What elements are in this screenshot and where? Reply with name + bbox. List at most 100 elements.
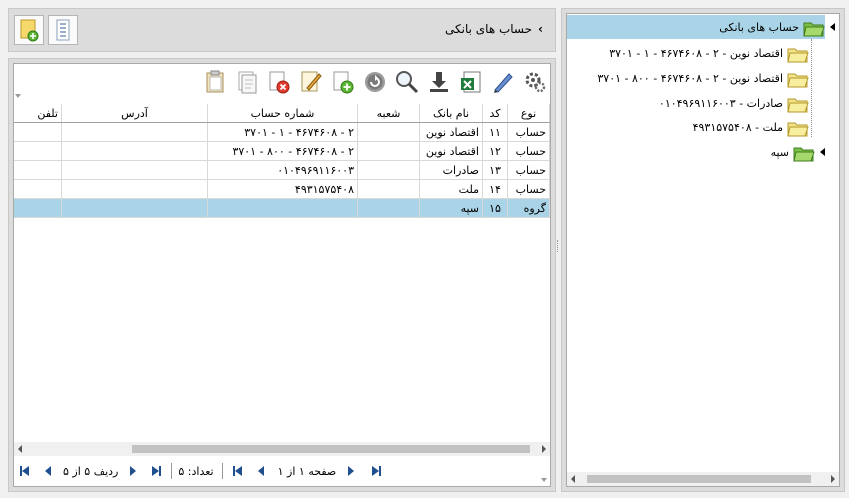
prev-row-icon[interactable] bbox=[45, 466, 51, 476]
cell-branch bbox=[357, 141, 420, 161]
toolbar-overflow-icon[interactable] bbox=[15, 94, 21, 98]
column-header-branch[interactable]: شعبه bbox=[357, 104, 420, 123]
excel-icon[interactable] bbox=[458, 69, 484, 95]
tree-root[interactable]: حساب های بانکی bbox=[719, 16, 825, 38]
prev-page-icon[interactable] bbox=[257, 466, 264, 476]
column-header-type[interactable]: نوع bbox=[507, 104, 550, 123]
column-header-account[interactable]: شماره حساب bbox=[207, 104, 358, 123]
tree-expand-icon[interactable] bbox=[820, 148, 825, 156]
page-text: صفحه ۱ از ۱ bbox=[277, 464, 337, 478]
table-row[interactable]: حساب ۱۳ صادرات ۰۱۰۴۹۶۹۱۱۶۰۰۳ bbox=[13, 160, 550, 180]
cell-bank: سپه bbox=[419, 198, 483, 218]
pen-icon[interactable] bbox=[490, 69, 516, 95]
edit-icon[interactable] bbox=[298, 69, 324, 95]
cell-account: ۴۹۳۱۵۷۵۴۰۸ bbox=[207, 179, 358, 199]
column-header-address[interactable]: آدرس bbox=[61, 104, 208, 123]
tree-item-group[interactable]: سپه bbox=[771, 141, 815, 163]
cell-phone bbox=[13, 198, 62, 218]
refresh-icon[interactable] bbox=[362, 69, 388, 95]
cell-bank: ملت bbox=[419, 179, 483, 199]
grid-panel: نوع کد نام بانک شعبه شماره حساب آدرس تلف… bbox=[8, 58, 556, 492]
cell-type: حساب bbox=[507, 141, 550, 161]
first-page-icon[interactable] bbox=[232, 466, 242, 476]
cell-branch bbox=[357, 198, 420, 218]
table-row[interactable]: حساب ۱۲ اقتصاد نوین ۲ - ۴۶۷۴۶۰۸ - ۸۰۰ - … bbox=[13, 141, 550, 161]
list-icon bbox=[56, 19, 70, 41]
cell-phone bbox=[13, 160, 62, 180]
page-title: › حساب های بانکی bbox=[445, 22, 543, 36]
cell-bank: اقتصاد نوین bbox=[419, 141, 483, 161]
data-table-wrap: نوع کد نام بانک شعبه شماره حساب آدرس تلف… bbox=[13, 104, 550, 440]
cell-code: ۱۵ bbox=[482, 198, 508, 218]
list-view-button[interactable] bbox=[48, 15, 78, 45]
cell-account bbox=[207, 198, 358, 218]
cell-address bbox=[61, 198, 208, 218]
folder-icon bbox=[787, 45, 809, 63]
tree-horizontal-scrollbar[interactable] bbox=[567, 472, 839, 486]
paste-icon[interactable] bbox=[202, 69, 228, 95]
pager-overflow-icon[interactable] bbox=[541, 478, 547, 482]
folder-icon bbox=[787, 95, 809, 113]
table-row[interactable]: حساب ۱۱ اقتصاد نوین ۲ - ۴۶۷۴۶۰۸ - ۱ - ۳۷… bbox=[13, 122, 550, 142]
cell-address bbox=[61, 160, 208, 180]
data-table: نوع کد نام بانک شعبه شماره حساب آدرس تلف… bbox=[13, 104, 550, 218]
cell-branch bbox=[357, 122, 420, 142]
column-header-code[interactable]: کد bbox=[482, 104, 508, 123]
next-page-icon[interactable] bbox=[348, 466, 355, 476]
copy-icon[interactable] bbox=[234, 69, 260, 95]
grid-container: نوع کد نام بانک شعبه شماره حساب آدرس تلف… bbox=[13, 63, 551, 487]
table-row[interactable]: حساب ۱۴ ملت ۴۹۳۱۵۷۵۴۰۸ bbox=[13, 179, 550, 199]
first-row-icon[interactable] bbox=[20, 466, 29, 476]
add-document-button[interactable] bbox=[14, 15, 44, 45]
add-document-icon bbox=[20, 19, 39, 42]
add-icon[interactable] bbox=[330, 69, 356, 95]
scroll-left-icon[interactable] bbox=[571, 475, 575, 483]
cell-type: حساب bbox=[507, 160, 550, 180]
cell-code: ۱۳ bbox=[482, 160, 508, 180]
last-row-icon[interactable] bbox=[152, 466, 162, 476]
cell-bank: صادرات bbox=[419, 160, 483, 180]
cell-account: ۰۱۰۴۹۶۹۱۱۶۰۰۳ bbox=[207, 160, 358, 180]
cell-code: ۱۱ bbox=[482, 122, 508, 142]
cell-address bbox=[61, 122, 208, 142]
tree-collapse-icon[interactable] bbox=[830, 23, 835, 31]
scroll-left-icon[interactable] bbox=[18, 445, 22, 453]
column-header-phone[interactable]: تلفن bbox=[13, 104, 62, 123]
table-header: نوع کد نام بانک شعبه شماره حساب آدرس تلف… bbox=[13, 104, 550, 123]
last-page-icon[interactable] bbox=[372, 466, 382, 476]
delete-icon[interactable] bbox=[266, 69, 292, 95]
folder-icon bbox=[787, 70, 809, 88]
settings-icon[interactable] bbox=[522, 69, 548, 95]
cell-phone bbox=[13, 122, 62, 142]
row-text: ردیف ۵ از ۵ bbox=[63, 464, 119, 478]
cell-branch bbox=[357, 160, 420, 180]
cell-type: حساب bbox=[507, 179, 550, 199]
horizontal-scrollbar[interactable] bbox=[14, 442, 550, 456]
tree-item[interactable]: اقتصاد نوین - ۲ - ۴۶۷۴۶۰۸ - ۸۰۰ - ۳۷۰۱ bbox=[597, 67, 809, 89]
tree-item[interactable]: ملت - ۴۹۳۱۵۷۵۴۰۸ bbox=[693, 116, 809, 138]
download-icon[interactable] bbox=[426, 69, 452, 95]
tree-panel: حساب های بانکی اقتصاد نوین - ۲ - ۴۶۷۴۶۰۸… bbox=[561, 8, 845, 492]
scrollbar-thumb[interactable] bbox=[132, 445, 530, 453]
cell-type: گروه bbox=[507, 198, 550, 218]
folder-open-icon bbox=[803, 19, 825, 37]
scroll-right-icon[interactable] bbox=[542, 445, 546, 453]
cell-account: ۲ - ۴۶۷۴۶۰۸ - ۱ - ۳۷۰۱ bbox=[207, 122, 358, 142]
tree-item[interactable]: صادرات - ۰۱۰۴۹۶۹۱۱۶۰۰۳ bbox=[659, 92, 809, 114]
table-row-selected[interactable]: گروه ۱۵ سپه bbox=[13, 198, 550, 218]
header-bar: › حساب های بانکی bbox=[8, 8, 556, 52]
tree-connector bbox=[811, 39, 813, 137]
cell-code: ۱۴ bbox=[482, 179, 508, 199]
next-row-icon[interactable] bbox=[130, 466, 137, 476]
scroll-right-icon[interactable] bbox=[831, 475, 835, 483]
cell-bank: اقتصاد نوین bbox=[419, 122, 483, 142]
folder-green-icon bbox=[793, 144, 815, 162]
tree-view: حساب های بانکی اقتصاد نوین - ۲ - ۴۶۷۴۶۰۸… bbox=[566, 13, 840, 487]
column-header-bank[interactable]: نام بانک bbox=[419, 104, 483, 123]
pager-separator bbox=[221, 463, 223, 479]
count-text: تعداد: ۵ bbox=[178, 464, 214, 478]
scrollbar-thumb[interactable] bbox=[587, 475, 811, 483]
tree-item[interactable]: اقتصاد نوین - ۲ - ۴۶۷۴۶۰۸ - ۱ - ۳۷۰۱ bbox=[609, 42, 809, 64]
cell-type: حساب bbox=[507, 122, 550, 142]
search-icon[interactable] bbox=[394, 69, 420, 95]
